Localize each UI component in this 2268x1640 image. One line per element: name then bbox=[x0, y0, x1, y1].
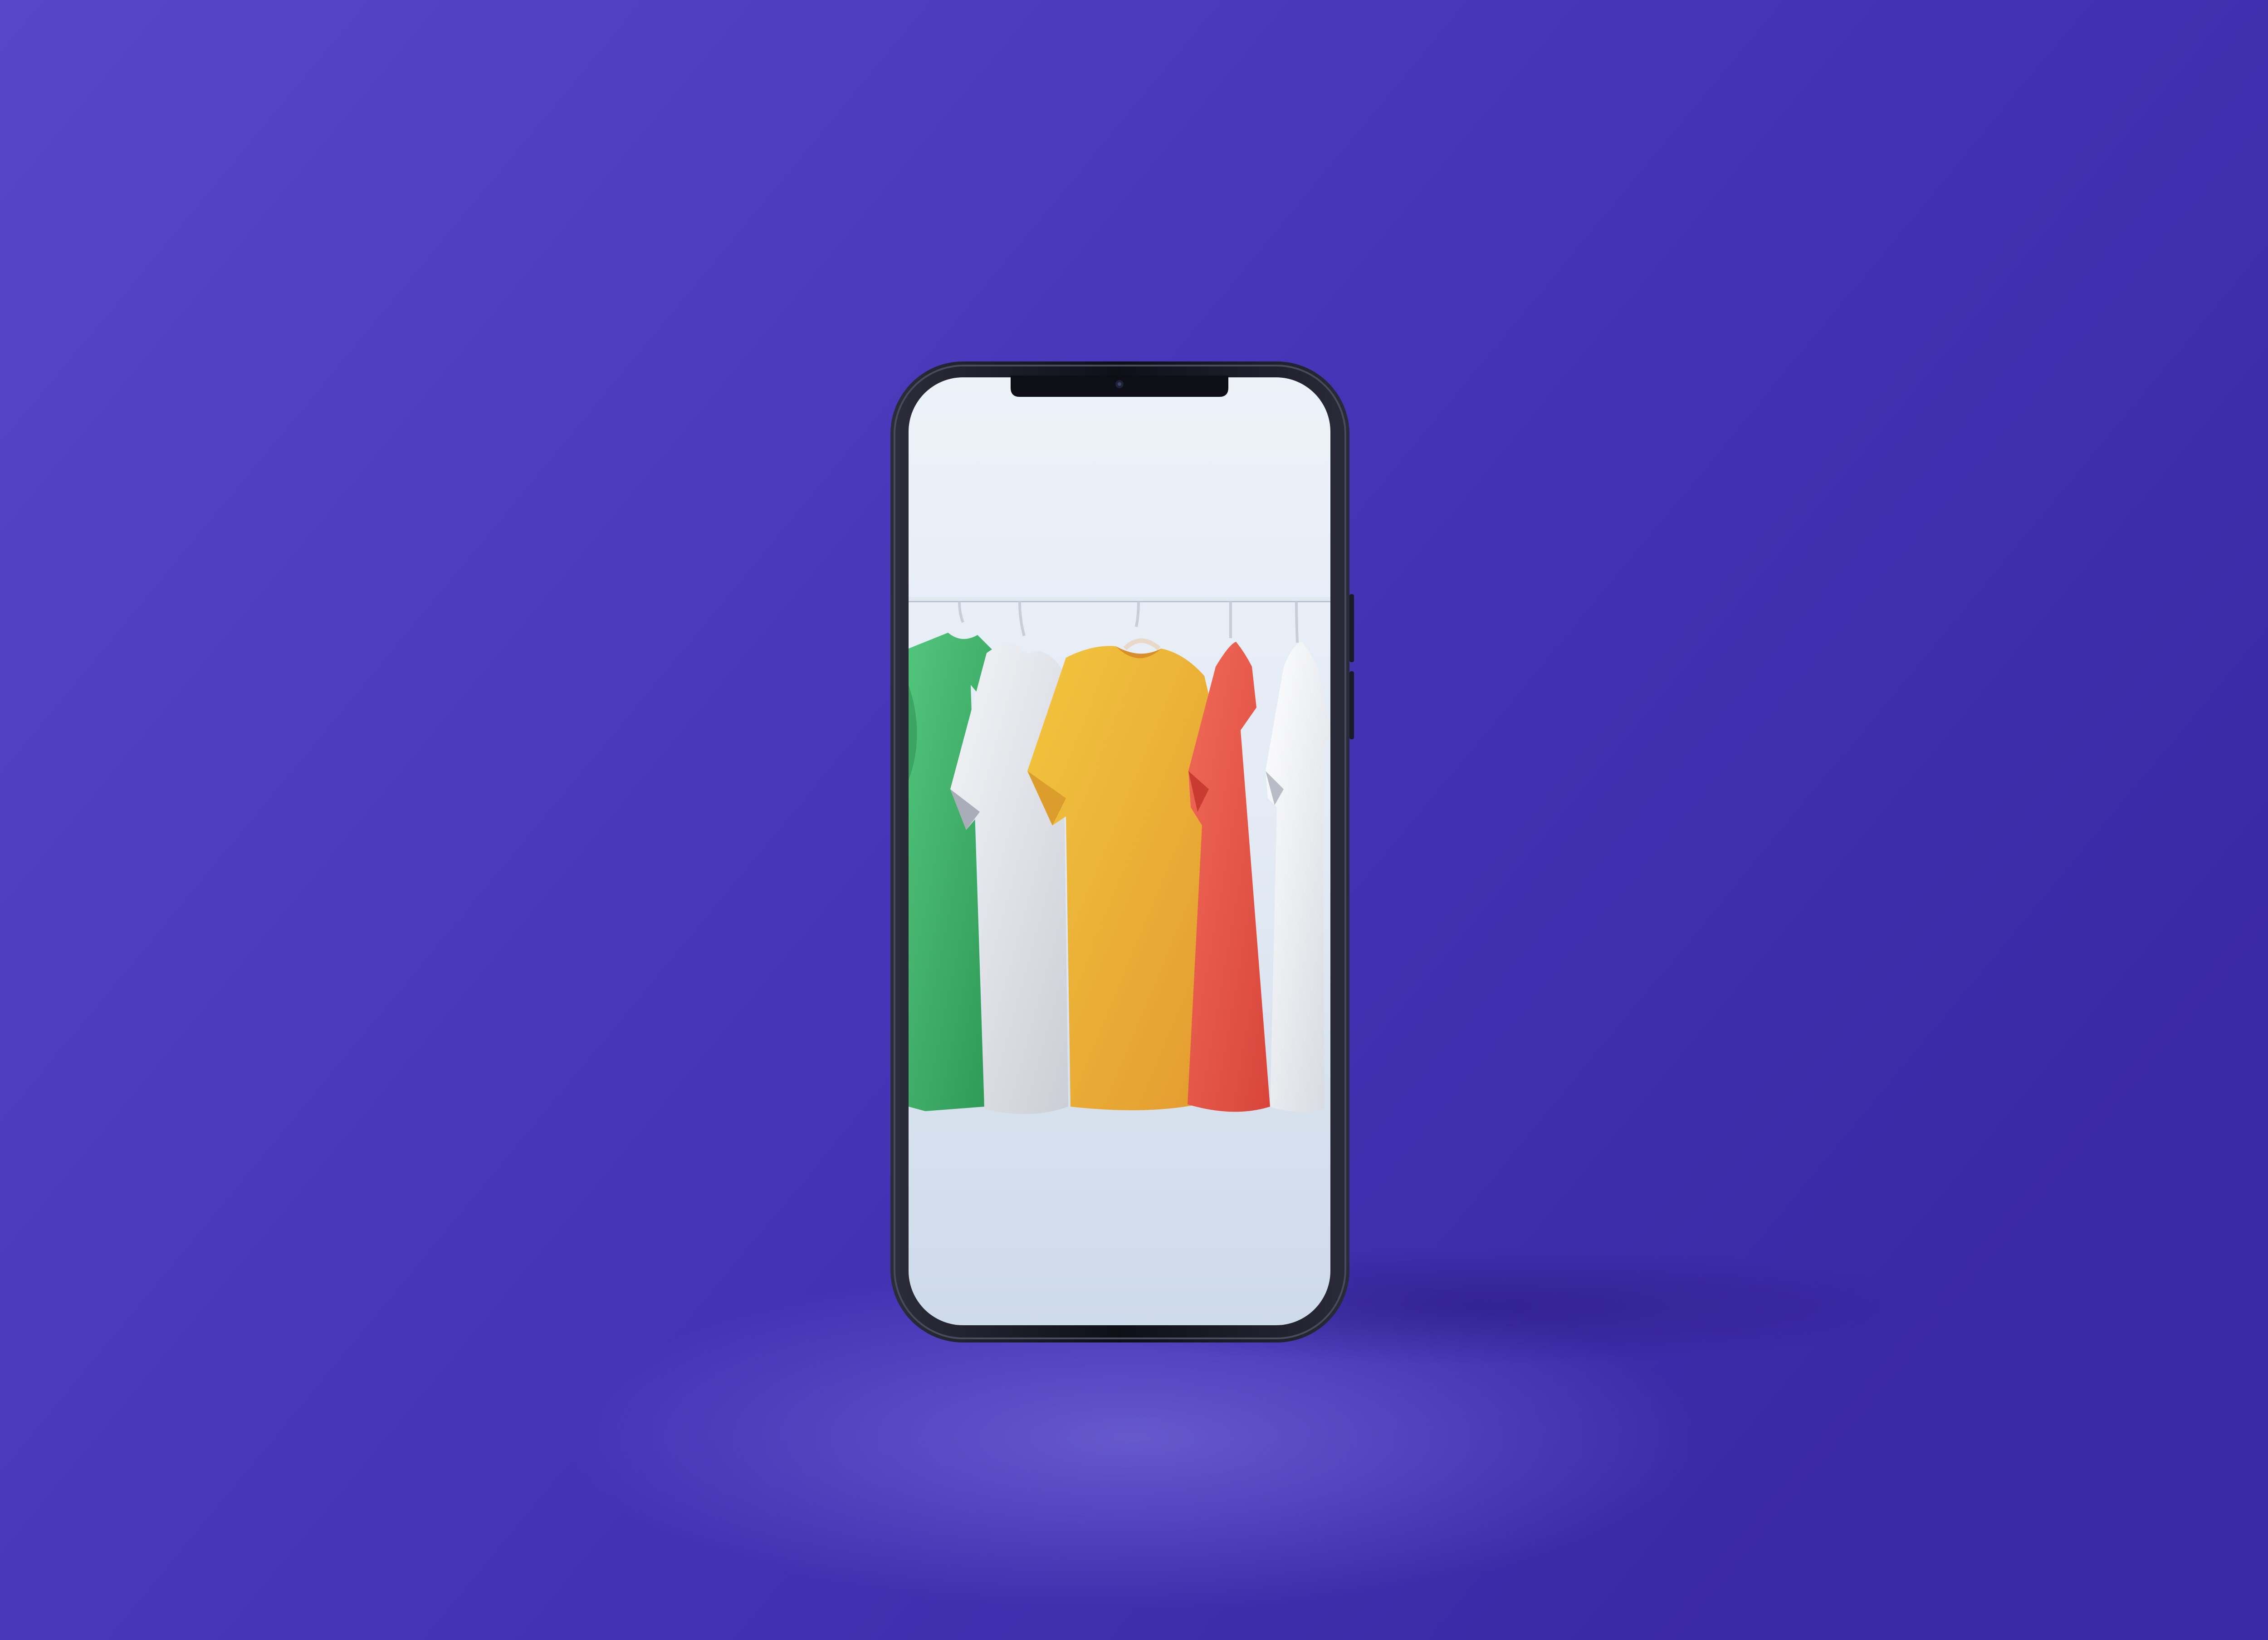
side-button-top bbox=[1349, 594, 1354, 662]
product-mockup-scene bbox=[0, 0, 2268, 1640]
smartphone bbox=[890, 361, 1354, 1342]
side-button-bottom bbox=[1349, 671, 1354, 739]
scene-canvas bbox=[0, 0, 2268, 1640]
